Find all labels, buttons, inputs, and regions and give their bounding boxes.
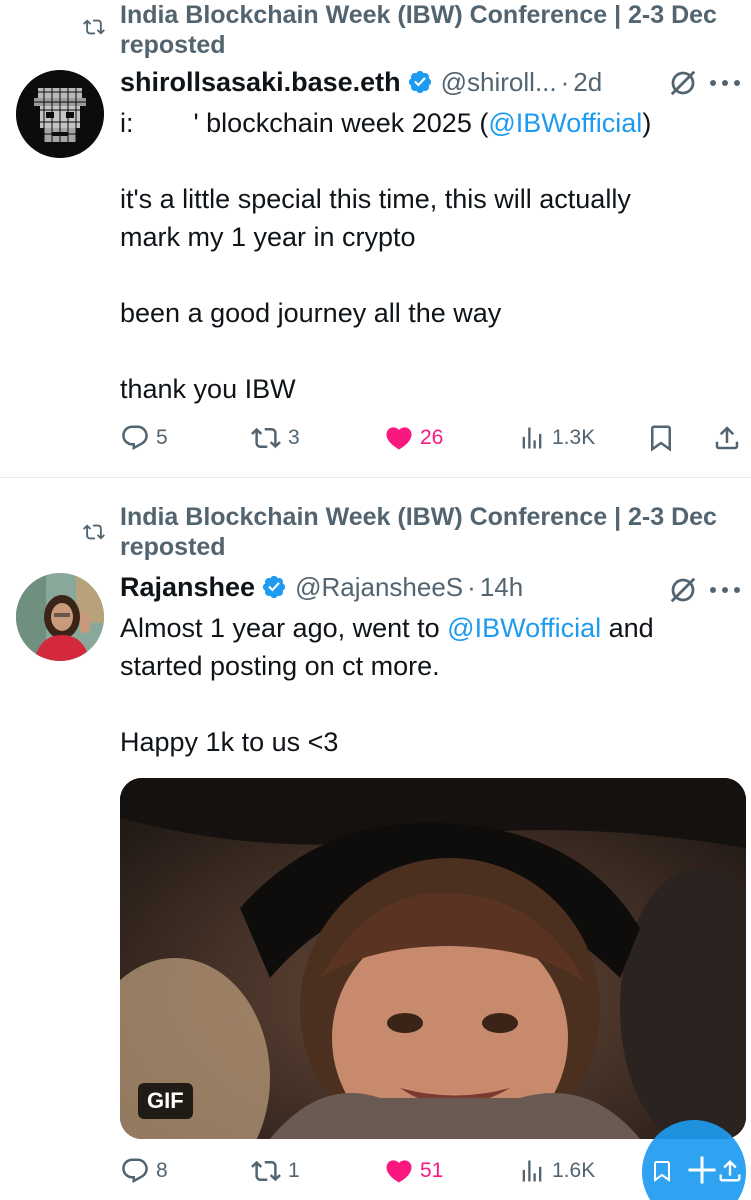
views-button[interactable]: 1.3K (518, 418, 595, 458)
repost-button[interactable]: 1 (250, 1151, 300, 1191)
tweet-text-body: started posting on ct more. Happy 1k to … (120, 651, 440, 757)
grok-icon[interactable] (668, 68, 698, 98)
views-icon (522, 427, 542, 449)
repost-icon (83, 524, 105, 540)
repost-count: 3 (288, 426, 300, 449)
grok-icon[interactable] (668, 575, 698, 605)
avatar[interactable] (16, 573, 104, 661)
display-name[interactable]: Rajanshee (120, 572, 255, 603)
bookmark-icon[interactable] (650, 1156, 674, 1186)
more-icon[interactable] (708, 78, 742, 88)
views-icon (522, 1160, 542, 1182)
compose-plus-icon[interactable] (684, 1152, 720, 1188)
display-name[interactable]: shirollsasaki.base.eth (120, 67, 401, 98)
gif-media[interactable]: GIF (120, 778, 746, 1139)
more-icon[interactable] (708, 585, 742, 595)
gif-badge: GIF (138, 1083, 193, 1119)
bookmark-button[interactable] (646, 418, 676, 458)
repost-icon (251, 1160, 281, 1182)
like-icon (386, 1160, 412, 1183)
like-button[interactable]: 51 (384, 1151, 443, 1191)
mention-link[interactable]: @IBWofficial (447, 613, 601, 643)
separator-dot: · (467, 571, 476, 602)
handle[interactable]: @shiroll... (441, 67, 557, 98)
reply-button[interactable]: 5 (120, 418, 168, 458)
share-button[interactable] (712, 418, 742, 458)
repost-label[interactable]: India Blockchain Week (IBW) Conference |… (120, 0, 720, 60)
separator-dot: · (560, 66, 570, 97)
tweet-text-prefix: Almost 1 year ago, went to (120, 613, 448, 643)
tweet-text-prefix: i: ' blockchain week 2025 ( (120, 108, 489, 138)
repost-count: 1 (288, 1159, 300, 1182)
tweet-header: Rajanshee @RajansheeS · 14h (120, 569, 751, 605)
views-count: 1.6K (552, 1159, 596, 1182)
gif-frame (120, 778, 746, 1139)
tweet-card[interactable]: India Blockchain Week (IBW) Conference |… (0, 479, 751, 1200)
tweet-header: shirollsasaki.base.eth @shiroll... · 2d (120, 64, 751, 100)
repost-icon (83, 19, 105, 35)
tweet-text-suffix: ) (642, 108, 652, 138)
repost-icon (251, 427, 281, 449)
reply-count: 8 (156, 1159, 168, 1182)
like-icon (386, 427, 412, 450)
bookmark-icon (651, 425, 671, 452)
avatar-image (16, 70, 104, 158)
action-bar: 5 3 26 1.3K (0, 418, 751, 458)
mention-link[interactable]: @IBWofficial (488, 108, 642, 138)
timestamp[interactable]: 2d (573, 67, 602, 98)
share-icon (715, 426, 739, 450)
avatar-image (16, 573, 104, 661)
tweet-text-body: it's a little special this time, this wi… (120, 184, 631, 404)
action-bar: 8 1 51 1.6K (0, 1151, 751, 1191)
reply-icon (122, 1158, 148, 1184)
like-button[interactable]: 26 (384, 418, 443, 458)
views-count: 1.3K (552, 426, 596, 449)
avatar[interactable] (16, 70, 104, 158)
verified-badge-icon (262, 575, 286, 599)
timestamp[interactable]: 14h (480, 572, 523, 603)
like-count: 26 (420, 426, 444, 449)
reply-count: 5 (156, 426, 168, 449)
reply-button[interactable]: 8 (120, 1151, 168, 1191)
repost-button[interactable]: 3 (250, 418, 300, 458)
tweet-text: i: ' blockchain week 2025 (@IBWofficial) (120, 104, 730, 142)
reply-icon (122, 425, 148, 451)
handle[interactable]: @RajansheeS (295, 572, 463, 603)
verified-badge-icon (408, 70, 431, 94)
repost-label[interactable]: India Blockchain Week (IBW) Conference |… (120, 502, 720, 562)
tweet-card[interactable]: India Blockchain Week (IBW) Conference |… (0, 0, 751, 478)
like-count: 51 (420, 1159, 444, 1182)
views-button[interactable]: 1.6K (518, 1151, 595, 1191)
tweet-text-suffix: and (601, 613, 654, 643)
share-icon[interactable] (716, 1156, 744, 1186)
tweet-text: Almost 1 year ago, went to @IBWofficial … (120, 609, 730, 647)
